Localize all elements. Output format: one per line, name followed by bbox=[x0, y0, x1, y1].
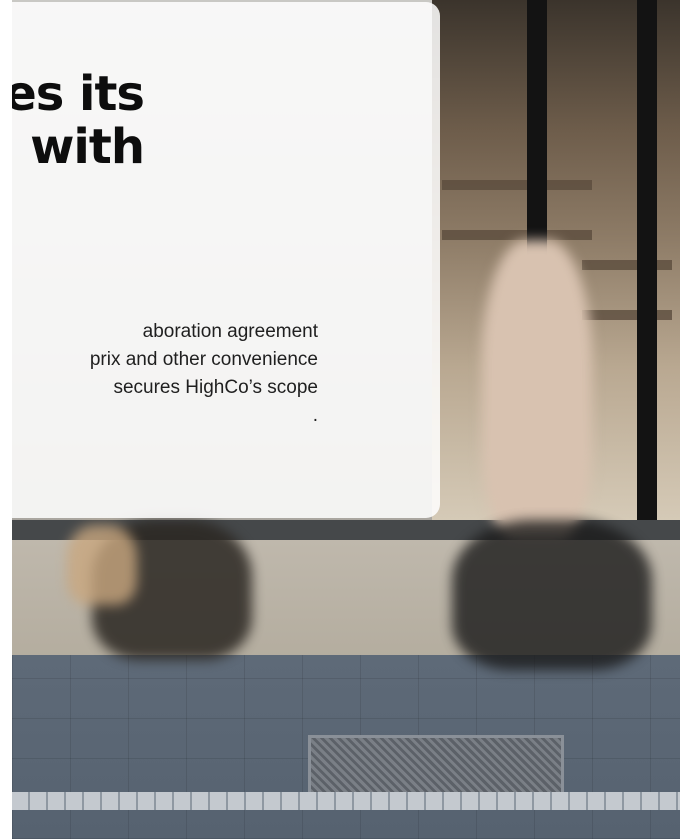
left-margin bbox=[0, 0, 12, 839]
headline-line: es its bbox=[4, 66, 145, 122]
article-summary: aboration agreement prix and other conve… bbox=[0, 318, 318, 430]
article-card: es its with aboration agreement prix and… bbox=[0, 2, 440, 518]
blurred-pedestrian-legs bbox=[452, 520, 652, 670]
window-frame bbox=[637, 0, 657, 530]
summary-line: secures HighCo’s scope bbox=[113, 377, 318, 398]
page: es its with aboration agreement prix and… bbox=[0, 0, 680, 839]
blurred-pedestrian bbox=[482, 240, 592, 540]
summary-line: prix and other convenience bbox=[89, 349, 318, 370]
article-headline: es its with bbox=[0, 66, 145, 175]
blurred-bag bbox=[67, 525, 137, 605]
headline-line: with bbox=[30, 119, 145, 175]
summary-line: aboration agreement bbox=[142, 321, 318, 342]
curb bbox=[12, 792, 680, 810]
summary-line: . bbox=[312, 405, 318, 426]
drain-grate bbox=[308, 735, 564, 796]
